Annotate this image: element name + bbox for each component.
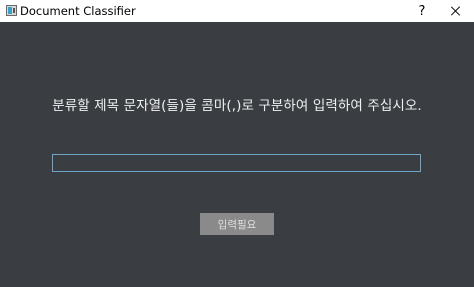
close-icon <box>451 6 461 16</box>
app-icon <box>6 5 17 16</box>
help-button[interactable]: ? <box>409 0 435 22</box>
window-title: Document Classifier <box>20 4 136 18</box>
titles-input[interactable] <box>52 154 421 172</box>
help-icon: ? <box>418 3 426 19</box>
instruction-label: 분류할 제목 문자열(들)을 콤마(,)로 구분하여 입력하여 주십시오. <box>52 98 422 114</box>
app-window: Document Classifier ? 분류할 제목 문자열(들)을 콤마(… <box>0 0 474 287</box>
close-button[interactable] <box>443 0 469 22</box>
submit-button[interactable]: 입력필요 <box>200 213 274 235</box>
title-bar: Document Classifier ? <box>0 0 474 22</box>
